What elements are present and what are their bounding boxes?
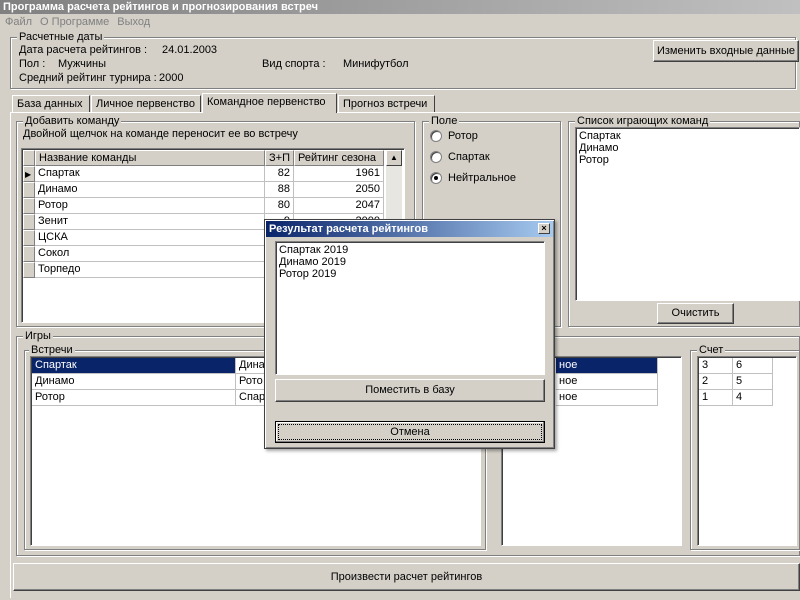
window-title: Программа расчета рейтингов и прогнозиро… bbox=[0, 0, 800, 14]
gender-value: Мужчины bbox=[58, 58, 107, 70]
tab-forecast[interactable]: Прогноз встречи bbox=[338, 95, 435, 112]
results-dialog-title: Результат расчета рейтингов bbox=[266, 221, 553, 237]
menu-exit[interactable]: Выход bbox=[113, 14, 154, 31]
field-result-cell[interactable]: ное bbox=[556, 358, 658, 374]
col-games[interactable]: З+П bbox=[265, 150, 294, 166]
field-radio-label[interactable]: Нейтральное bbox=[448, 172, 516, 184]
score-b-cell[interactable]: 5 bbox=[733, 374, 773, 390]
team-rating-cell[interactable]: 2050 bbox=[294, 182, 384, 198]
col-team-name[interactable]: Название команды bbox=[35, 150, 265, 166]
field-result-cell[interactable]: ное bbox=[556, 374, 658, 390]
team-name-cell[interactable]: Спартак bbox=[35, 166, 265, 182]
result-item[interactable]: Ротор 2019 bbox=[279, 268, 541, 280]
row-indicator bbox=[23, 262, 35, 278]
clear-button[interactable]: Очистить bbox=[657, 303, 734, 324]
avg-rating-value: 2000 bbox=[159, 72, 184, 84]
team-name-cell[interactable]: ЦСКА bbox=[35, 230, 265, 246]
row-indicator bbox=[23, 214, 35, 230]
score-a-cell[interactable]: 2 bbox=[699, 374, 733, 390]
scroll-up-icon[interactable]: ▲ bbox=[386, 150, 402, 166]
results-list[interactable]: Спартак 2019 Динамо 2019 Ротор 2019 bbox=[275, 241, 545, 375]
meeting-home-cell[interactable]: Ротор bbox=[32, 390, 236, 406]
score-a-cell[interactable]: 1 bbox=[699, 390, 733, 406]
field-radio-label[interactable]: Ротор bbox=[448, 130, 478, 142]
team-games-cell[interactable]: 80 bbox=[265, 198, 294, 214]
team-name-cell[interactable]: Зенит bbox=[35, 214, 265, 230]
radio-selected-dot bbox=[434, 176, 438, 180]
menu-about[interactable]: О Программе bbox=[36, 14, 113, 31]
add-team-group-label: Добавить команду bbox=[23, 115, 122, 127]
add-team-hint: Двойной щелчок на команде переносит ее в… bbox=[23, 128, 298, 140]
menu-file[interactable]: Файл bbox=[0, 14, 36, 31]
playing-group-label: Список играющих команд bbox=[575, 115, 711, 127]
row-indicator: ▶ bbox=[23, 166, 35, 182]
field-radio[interactable] bbox=[430, 151, 442, 163]
team-name-cell[interactable]: Торпедо bbox=[35, 262, 265, 278]
playing-list-item[interactable]: Ротор bbox=[579, 154, 796, 166]
team-name-cell[interactable]: Динамо bbox=[35, 182, 265, 198]
playing-list-item[interactable]: Спартак bbox=[579, 130, 796, 142]
playing-list-item[interactable]: Динамо bbox=[579, 142, 796, 154]
place-in-db-button[interactable]: Поместить в базу bbox=[275, 379, 545, 402]
dates-group-label: Расчетные даты bbox=[17, 31, 105, 43]
meeting-away-cell[interactable]: Дина bbox=[236, 358, 266, 374]
field-result-cell[interactable]: ное bbox=[556, 390, 658, 406]
row-indicator bbox=[23, 182, 35, 198]
score-b-cell[interactable]: 6 bbox=[733, 358, 773, 374]
playing-list[interactable]: Спартак Динамо Ротор bbox=[575, 127, 800, 301]
change-input-button[interactable]: Изменить входные данные bbox=[653, 40, 799, 62]
grid-corner bbox=[23, 150, 35, 166]
meeting-home-cell[interactable]: Спартак bbox=[32, 358, 236, 374]
field-radio[interactable] bbox=[430, 130, 442, 142]
result-item[interactable]: Динамо 2019 bbox=[279, 256, 541, 268]
meeting-home-cell[interactable]: Динамо bbox=[32, 374, 236, 390]
field-group-label: Поле bbox=[429, 115, 460, 127]
date-label: Дата расчета рейтингов : bbox=[19, 44, 148, 56]
team-games-cell[interactable]: 82 bbox=[265, 166, 294, 182]
team-name-cell[interactable]: Ротор bbox=[35, 198, 265, 214]
team-rating-cell[interactable]: 2047 bbox=[294, 198, 384, 214]
calculate-ratings-button[interactable]: Произвести расчет рейтингов bbox=[13, 563, 800, 591]
tab-personal[interactable]: Личное первенство bbox=[91, 95, 201, 112]
field-radio[interactable] bbox=[430, 172, 442, 184]
row-indicator bbox=[23, 246, 35, 262]
close-icon[interactable]: × bbox=[538, 223, 550, 234]
col-season-rating[interactable]: Рейтинг сезона bbox=[294, 150, 384, 166]
meetings-group-label: Встречи bbox=[29, 344, 75, 356]
meeting-away-cell[interactable]: Рото bbox=[236, 374, 266, 390]
score-group-label: Счет bbox=[697, 344, 726, 356]
team-name-cell[interactable]: Сокол bbox=[35, 246, 265, 262]
team-games-cell[interactable]: 88 bbox=[265, 182, 294, 198]
gender-label: Пол : bbox=[19, 58, 46, 70]
menu-bar: Файл О Программе Выход bbox=[0, 14, 800, 31]
cancel-button[interactable]: Отмена bbox=[275, 421, 545, 443]
sport-value: Минифутбол bbox=[343, 58, 409, 70]
meeting-away-cell[interactable]: Спар bbox=[236, 390, 266, 406]
sport-label: Вид спорта : bbox=[262, 58, 326, 70]
row-indicator bbox=[23, 198, 35, 214]
score-b-cell[interactable]: 4 bbox=[733, 390, 773, 406]
avg-rating-label: Средний рейтинг турнира : bbox=[19, 72, 157, 84]
field-radio-label[interactable]: Спартак bbox=[448, 151, 490, 163]
date-value: 24.01.2003 bbox=[162, 44, 218, 56]
team-rating-cell[interactable]: 1961 bbox=[294, 166, 384, 182]
row-indicator bbox=[23, 230, 35, 246]
tab-team[interactable]: Командное первенство bbox=[202, 93, 337, 113]
result-item[interactable]: Спартак 2019 bbox=[279, 244, 541, 256]
tab-database[interactable]: База данных bbox=[12, 95, 90, 112]
games-group-label: Игры bbox=[23, 330, 53, 342]
score-a-cell[interactable]: 3 bbox=[699, 358, 733, 374]
